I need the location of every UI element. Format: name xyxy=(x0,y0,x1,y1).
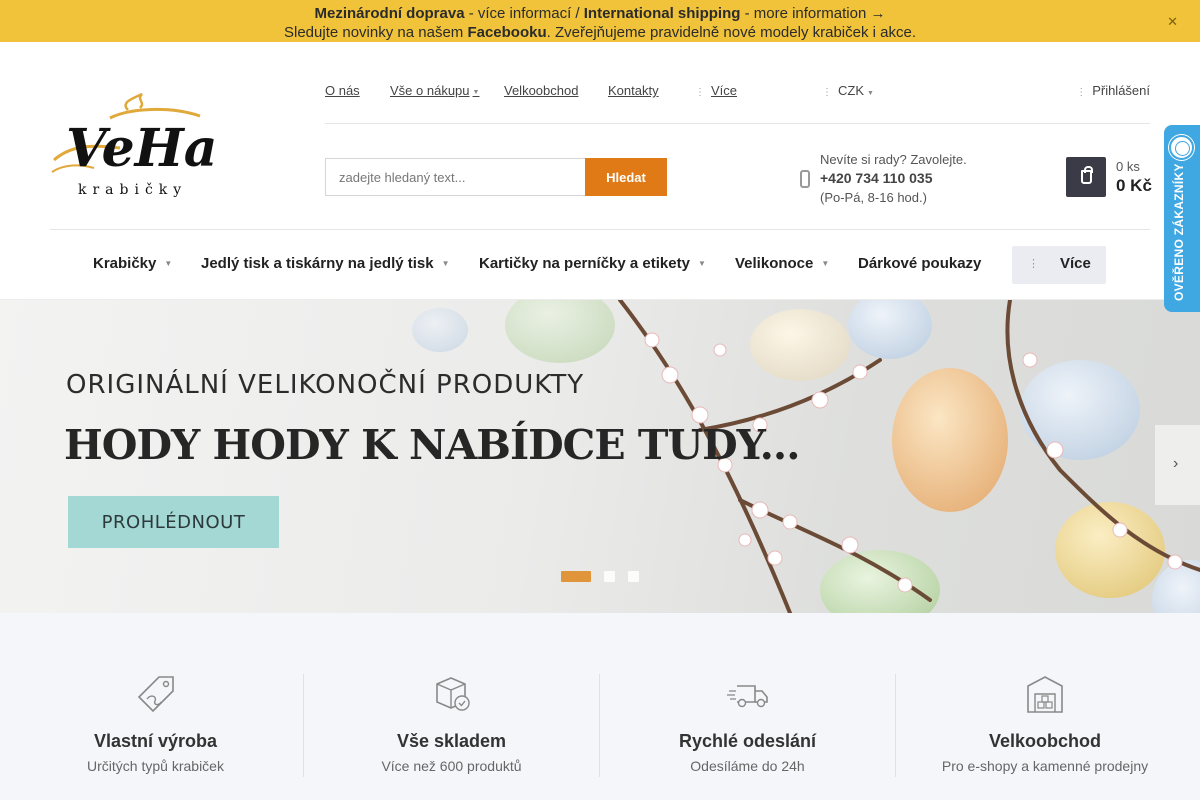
contact-prompt: Nevíte si rady? Zavolejte. xyxy=(820,152,967,167)
menu-more-label: Více xyxy=(1060,255,1091,272)
link-more-label: Více xyxy=(711,83,738,98)
link-contacts[interactable]: Kontakty xyxy=(608,83,659,98)
chevron-down-icon: ▼ xyxy=(697,259,706,268)
currency-icon: ⋮ xyxy=(822,87,832,98)
feature-title: Vlastní výroba xyxy=(93,731,218,751)
chevron-right-icon: › xyxy=(1173,455,1179,472)
shopping-bag-icon xyxy=(1081,166,1093,184)
currency-switcher[interactable]: ⋮ CZK ▼ xyxy=(822,83,874,98)
chevron-down-icon: ▼ xyxy=(164,259,173,268)
logo-graphic: VeHa krabičky xyxy=(51,92,217,198)
trust-badge-label: OVĚŘENO ZÁKAZNÍKY xyxy=(1172,163,1186,301)
cart-quantity: 0 ks xyxy=(1116,159,1140,174)
features-bar: Vlastní výroba Určitých typů krabiček Vš… xyxy=(0,613,1200,800)
banner-text: Sledujte novinky na našem xyxy=(284,24,468,41)
box-check-icon xyxy=(436,677,470,711)
currency-label: CZK xyxy=(838,83,864,98)
feature-title: Rychlé odeslání xyxy=(678,731,817,751)
hero-slider: ORIGINÁLNÍ VELIKONOČNÍ PRODUKTY HODY HOD… xyxy=(0,300,1200,613)
tag-icon xyxy=(137,676,174,713)
divider xyxy=(325,123,1150,124)
menu-item-label: Velikonoce xyxy=(735,255,814,272)
feature-item: Velkoobchod Pro e-shopy a kamenné prodej… xyxy=(897,674,1193,777)
logo-wordmark: VeHa xyxy=(66,118,217,179)
slider-dot-1[interactable] xyxy=(561,571,591,582)
contact-info: Nevíte si rady? Zavolejte. +420 734 110 … xyxy=(820,150,967,207)
contact-phone[interactable]: +420 734 110 035 xyxy=(820,169,967,188)
menu-item-easter[interactable]: Velikonoce ▼ xyxy=(735,255,829,272)
chevron-down-icon: ▼ xyxy=(821,259,830,268)
menu-item-edible-print[interactable]: Jedlý tisk a tiskárny na jedlý tisk ▼ xyxy=(201,255,450,272)
search-button[interactable]: Hledat xyxy=(585,158,667,196)
menu-item-label: Dárkové poukazy xyxy=(858,255,982,272)
chevron-down-icon: ▼ xyxy=(441,259,450,268)
menu-item-label: Krabičky xyxy=(93,255,157,272)
feature-subtitle: Odesíláme do 24h xyxy=(690,758,805,774)
menu-dots-icon: ⋮ xyxy=(695,87,705,98)
link-wholesale[interactable]: Velkoobchod xyxy=(504,83,578,98)
divider xyxy=(50,229,1150,230)
contact-hours: (Po-Pá, 8-16 hod.) xyxy=(820,190,927,205)
menu-item-label: Jedlý tisk a tiskárny na jedlý tisk xyxy=(201,255,434,272)
chevron-down-icon: ▼ xyxy=(867,90,874,97)
menu-dots-icon: ⋮ xyxy=(1028,258,1039,270)
menu-more-button[interactable]: ⋮ Více xyxy=(1012,246,1106,284)
banner-line-1[interactable]: Mezinárodní doprava - více informací / I… xyxy=(0,4,1200,23)
phone-icon xyxy=(800,170,810,188)
user-icon: ⋮ xyxy=(1076,87,1087,98)
logo[interactable]: VeHa krabičky xyxy=(50,88,220,200)
banner-shipping-en[interactable]: International shipping xyxy=(584,5,741,22)
login-label: Přihlášení xyxy=(1092,83,1150,98)
link-shopping-label: Vše o nákupu xyxy=(390,83,470,98)
banner-text: . Zveřejňujeme pravidelně nové modely kr… xyxy=(546,24,916,41)
cart-total: 0 Kč xyxy=(1116,176,1152,195)
feature-subtitle: Více než 600 produktů xyxy=(381,758,522,774)
banner-text: - more information → xyxy=(740,5,886,22)
link-about[interactable]: O nás xyxy=(325,83,360,98)
trust-badge[interactable]: OVĚŘENO ZÁKAZNÍKY xyxy=(1164,125,1200,312)
chevron-down-icon: ▼ xyxy=(472,89,480,96)
login-link[interactable]: ⋮ Přihlášení xyxy=(1076,83,1150,98)
logo-subtitle: krabičky xyxy=(78,182,187,198)
info-banner: Mezinárodní doprava - více informací / I… xyxy=(0,0,1200,42)
feature-item: Vlastní výroba Určitých typů krabiček xyxy=(8,674,304,777)
close-icon[interactable]: ✕ xyxy=(1167,12,1178,31)
hero-subtitle: ORIGINÁLNÍ VELIKONOČNÍ PRODUKTY xyxy=(66,370,585,400)
feature-title: Velkoobchod xyxy=(988,731,1102,751)
feature-title: Vše skladem xyxy=(396,731,507,751)
banner-text: - více informací / xyxy=(464,5,584,22)
menu-item-vouchers[interactable]: Dárkové poukazy xyxy=(858,255,981,272)
banner-facebook-link[interactable]: Facebooku xyxy=(467,24,546,41)
banner-shipping-cz[interactable]: Mezinárodní doprava xyxy=(315,5,465,22)
slider-dot-2[interactable] xyxy=(604,571,615,582)
slider-next-button[interactable]: › xyxy=(1155,425,1200,505)
search-input[interactable] xyxy=(325,158,586,196)
link-shopping[interactable]: Vše o nákupu ▼ xyxy=(390,83,479,98)
menu-item-krabicky[interactable]: Krabičky ▼ xyxy=(93,255,172,272)
menu-item-label: Kartičky na perníčky a etikety xyxy=(479,255,690,272)
warehouse-icon xyxy=(1027,676,1063,713)
menu-item-cards[interactable]: Kartičky na perníčky a etikety ▼ xyxy=(479,255,706,272)
truck-icon xyxy=(727,685,768,708)
feature-subtitle: Určitých typů krabiček xyxy=(87,758,224,774)
slider-dot-3[interactable] xyxy=(628,571,639,582)
feature-item: Vše skladem Více než 600 produktů xyxy=(304,674,600,777)
banner-line-2: Sledujte novinky na našem Facebooku. Zve… xyxy=(0,23,1200,42)
cart-button[interactable] xyxy=(1066,157,1106,197)
hero-cta-button[interactable]: PROHLÉDNOUT xyxy=(68,496,279,548)
feature-subtitle: Pro e-shopy a kamenné prodejny xyxy=(941,758,1149,774)
hero-title: HODY HODY K NABÍDCE TUDY... xyxy=(64,421,800,469)
feature-item: Rychlé odeslání Odesíláme do 24h xyxy=(600,674,896,777)
verified-seal-icon xyxy=(1169,135,1194,160)
link-more[interactable]: ⋮ Více xyxy=(695,83,737,98)
